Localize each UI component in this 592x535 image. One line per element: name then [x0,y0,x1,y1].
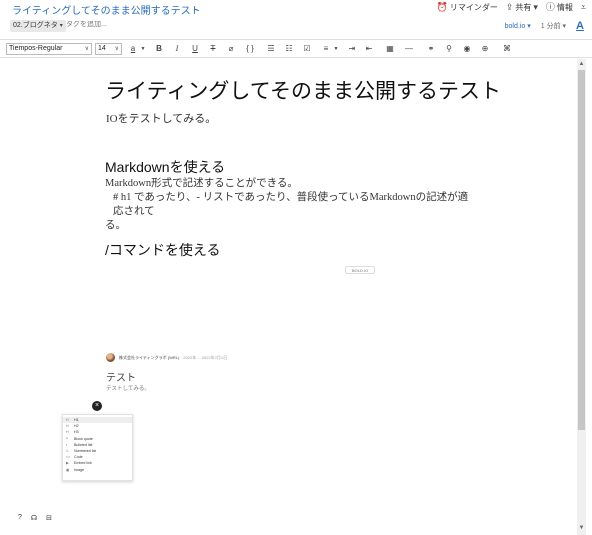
lead-paragraph[interactable]: IOをテストしてみる。 [106,110,216,126]
numbered-list-icon[interactable]: ☷ [284,44,294,54]
chevron-down-icon: ▾ [59,23,63,29]
font-settings-button[interactable]: A [576,21,584,32]
reminder-button[interactable]: ⏰ リマインダー [437,2,498,13]
share-icon: ⇪ [505,2,514,12]
tag-row: 02.ブログネタ ▾ bold.io ▾ 1 分前 ▾ A [0,18,592,35]
more-menu-icon[interactable]: ⩡ [581,3,586,12]
embedded-image-badge[interactable]: BOLD.IO [345,266,375,274]
window-title: ライティングしてそのまま公開するテスト [12,6,201,17]
title-bar: ライティングしてそのまま公開するテスト ⏰ リマインダー ⇪ 共有 ▾ ⓘ 情報… [0,0,592,18]
chevron-down-icon: ▾ [533,2,538,12]
highlight-icon[interactable]: ⌀ [226,44,236,54]
tag-input[interactable] [66,21,146,28]
section-paragraph-markdown[interactable]: Markdown形式で記述することができる。 # h1 であったり、- リストで… [105,177,475,233]
reminder-label: リマインダー [449,3,498,12]
vertical-scrollbar[interactable]: ▲ ▼ [577,59,586,535]
underline-icon[interactable]: U [190,44,200,54]
share-button[interactable]: ⇪ 共有 ▾ [506,2,538,13]
paragraph-line: Markdown形式で記述することができる。 [105,178,298,189]
embed-card-meta: 株式会社ライティングラボ (WRL) 2022年 ... 2022年7月1日 [106,353,227,362]
font-family-select[interactable]: Tiempos-Regular ∨ [6,43,92,55]
site-selector[interactable]: bold.io ▾ [505,22,531,30]
strikethrough-icon[interactable]: T [208,44,218,54]
site-label: bold.io [504,23,526,30]
alarm-clock-icon: ⏰ [436,2,448,12]
info-button[interactable]: ⓘ 情報 [546,2,573,13]
slash-command-menu: H H1 H H2 H H3 ❝ Block quote • Bulleted … [62,414,133,481]
encrypt-icon[interactable]: ⊕ [480,44,490,54]
card-author: 株式会社ライティングラボ (WRL) [119,354,180,360]
help-icon[interactable]: ? [18,514,22,522]
menu-item-image[interactable]: ▣ Image [63,467,132,473]
card-description: テストしてみる。 [106,386,150,392]
info-label: 情報 [556,3,573,12]
avatar [106,353,115,362]
checkbox-icon[interactable]: ☑ [302,44,312,54]
text-color-icon[interactable]: a [128,44,138,54]
card-date: 2022年 ... 2022年7月1日 [183,354,228,360]
chevron-down-icon[interactable]: ▼ [138,44,148,54]
headphones-icon[interactable]: ☊ [31,514,37,522]
notebook-label: 02.ブログネタ [13,22,58,29]
share-label: 共有 [515,3,532,12]
publish-meta: bold.io ▾ 1 分前 ▾ A [505,21,584,32]
last-edited[interactable]: 1 分前 ▾ [541,21,566,31]
document-title[interactable]: ライティングしてそのまま公開するテスト [105,75,501,105]
paragraph-line: # h1 であったり、- リストであったり、普段使っているMarkdownの記述… [113,192,469,217]
scroll-thumb[interactable] [578,70,585,430]
menu-item-label: Image [74,467,84,472]
info-icon: ⓘ [545,2,555,12]
formatting-toolbar: Tiempos-Regular ∨ 14 ∨ a ▼ B I U T ⌀ { }… [0,39,592,58]
more-icon[interactable]: ⌘ [502,44,512,54]
chevron-down-icon: ∨ [84,46,89,52]
chevron-down-icon: ∨ [114,46,119,52]
code-icon[interactable]: { } [243,44,257,54]
top-actions: ⏰ リマインダー ⇪ 共有 ▾ ⓘ 情報 ⩡ [437,2,586,13]
font-family-value: Tiempos-Regular [9,45,63,52]
table-icon[interactable]: ▦ [385,44,395,54]
attachment-icon[interactable]: ⚲ [444,44,454,54]
help-icons: ? ☊ ⊟ [18,514,52,522]
section-heading-commands[interactable]: /コマンドを使える [105,240,220,260]
font-size-select[interactable]: 14 ∨ [95,43,122,55]
last-edited-label: 1 分前 [540,23,561,30]
outdent-icon[interactable]: ⇤ [364,44,374,54]
scroll-up-icon[interactable]: ▲ [577,59,586,69]
link-icon[interactable]: ⚭ [426,44,436,54]
section-heading-markdown[interactable]: Markdownを使える [105,157,225,177]
paragraph-line: る。 [105,220,126,231]
gift-icon[interactable]: ⊟ [46,514,52,522]
image-icon: ▣ [66,467,70,472]
align-icon[interactable]: ≡ [321,44,331,54]
close-menu-button[interactable]: × [92,401,102,411]
chevron-down-icon[interactable]: ▼ [331,44,341,54]
notebook-selector[interactable]: 02.ブログネタ ▾ [10,20,66,32]
record-icon[interactable]: ◉ [462,44,472,54]
font-size-value: 14 [98,45,106,52]
horizontal-rule-icon[interactable]: — [404,44,414,54]
indent-icon[interactable]: ⇥ [347,44,357,54]
scroll-down-icon[interactable]: ▼ [577,523,586,533]
bold-icon[interactable]: B [154,44,164,54]
bullet-list-icon[interactable]: ☰ [266,44,276,54]
italic-icon[interactable]: I [172,44,182,54]
card-title[interactable]: テスト [106,369,136,384]
